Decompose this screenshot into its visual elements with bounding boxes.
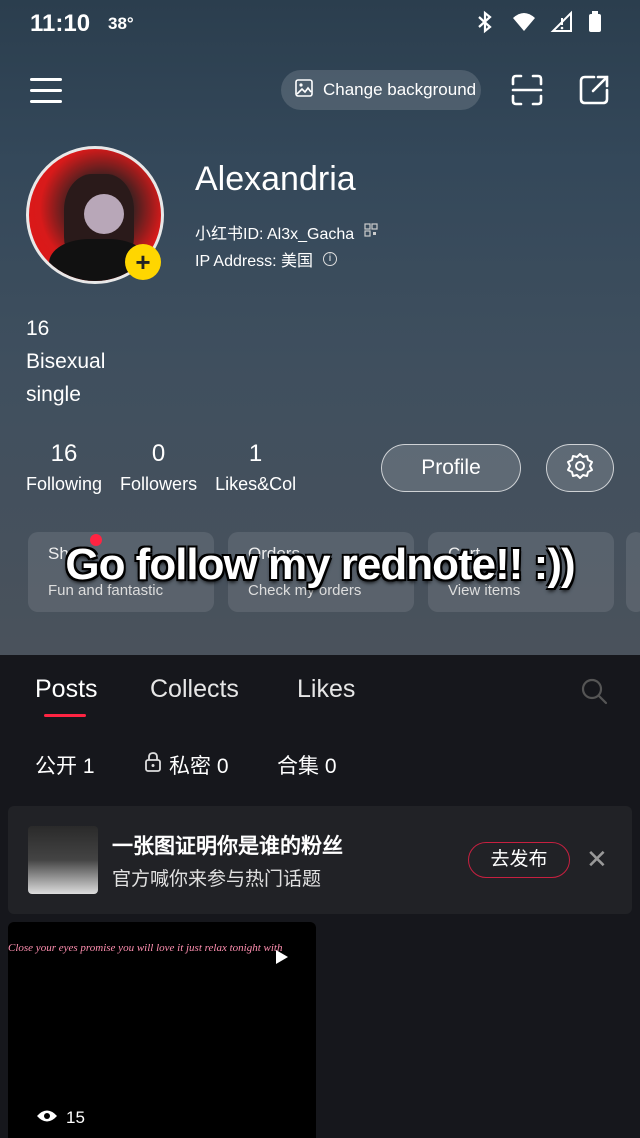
promo-thumbnail bbox=[28, 826, 98, 894]
search-icon[interactable] bbox=[580, 677, 608, 705]
stat-label: Followers bbox=[120, 474, 198, 494]
bio: 16 Bisexual single bbox=[26, 312, 105, 411]
username: Alexandria bbox=[195, 160, 356, 198]
stat-number: 0 bbox=[151, 440, 166, 467]
image-icon bbox=[295, 78, 313, 102]
wifi-icon bbox=[512, 10, 535, 34]
bluetooth-icon bbox=[474, 10, 496, 34]
tab-posts[interactable]: Posts bbox=[35, 675, 98, 704]
eye-icon bbox=[36, 1108, 58, 1128]
share-icon[interactable] bbox=[577, 73, 611, 107]
subtab-public-label: 公开 1 bbox=[35, 755, 95, 778]
promo-subtitle: 官方喊你来参与热门话题 bbox=[112, 869, 322, 890]
stat-followers[interactable]: 0 Followers bbox=[120, 440, 197, 495]
stat-following[interactable]: 16 Following bbox=[26, 440, 102, 495]
user-id: 小红书ID: Al3x_Gacha bbox=[195, 226, 355, 243]
topic-promo-banner: 一张图证明你是谁的粉丝 官方喊你来参与热门话题 去发布 ✕ bbox=[8, 806, 632, 914]
status-temperature: 38° bbox=[108, 14, 134, 33]
tab-likes[interactable]: Likes bbox=[297, 675, 355, 704]
stat-likes-collects[interactable]: 1 Likes&Col bbox=[215, 440, 296, 495]
subtab-public[interactable]: 公开 1 bbox=[35, 750, 95, 780]
status-bar: 11:10 38° bbox=[0, 0, 640, 50]
change-background-label: Change background bbox=[323, 80, 477, 99]
publish-button[interactable]: 去发布 bbox=[468, 842, 570, 878]
info-icon[interactable]: i bbox=[322, 252, 337, 266]
view-count-number: 15 bbox=[66, 1108, 85, 1127]
battery-icon bbox=[588, 10, 610, 34]
post-card[interactable]: Close your eyes promise you will love it… bbox=[8, 922, 316, 1138]
change-background-button[interactable]: Change background bbox=[281, 70, 481, 110]
stat-number: 1 bbox=[248, 440, 263, 467]
subtab-collections-label: 合集 0 bbox=[277, 755, 337, 778]
stat-number: 16 bbox=[50, 440, 78, 467]
bio-line: Bisexual bbox=[26, 350, 106, 373]
signal-icon bbox=[550, 10, 572, 34]
active-tab-indicator bbox=[44, 714, 86, 717]
bio-line: single bbox=[26, 383, 81, 406]
add-avatar-plus-icon[interactable]: + bbox=[125, 244, 161, 280]
qr-code-icon[interactable] bbox=[364, 222, 378, 242]
stats-row: 16 Following 0 Followers 1 Likes&Col bbox=[26, 440, 314, 495]
stat-label: Following bbox=[26, 474, 103, 494]
ip-address-line: IP Address: 美国 i bbox=[195, 247, 337, 271]
settings-button[interactable] bbox=[546, 444, 614, 492]
subtab-private[interactable]: 私密 0 bbox=[143, 750, 229, 780]
subtab-private-label: 私密 0 bbox=[169, 755, 229, 778]
video-overlay-caption: Go follow my rednote!! :)) bbox=[65, 540, 575, 589]
tab-collects[interactable]: Collects bbox=[150, 675, 239, 704]
subtab-collections[interactable]: 合集 0 bbox=[277, 750, 337, 780]
post-visibility-tabs: 公开 1 私密 0 合集 0 bbox=[0, 735, 640, 797]
gear-icon bbox=[566, 452, 594, 485]
ip-address: IP Address: 美国 bbox=[195, 253, 313, 270]
stat-label: Likes&Col bbox=[215, 474, 297, 494]
post-caption: Close your eyes promise you will love it… bbox=[8, 942, 283, 954]
bio-line: 16 bbox=[26, 317, 50, 340]
status-time: 11:10 bbox=[30, 10, 91, 37]
scan-icon[interactable] bbox=[510, 73, 544, 107]
content-tabs: Posts Collects Likes bbox=[0, 655, 640, 735]
promo-title: 一张图证明你是谁的粉丝 bbox=[112, 835, 343, 858]
view-count: 15 bbox=[36, 1108, 85, 1128]
lock-icon bbox=[143, 751, 163, 779]
user-id-line: 小红书ID: Al3x_Gacha bbox=[195, 220, 378, 244]
edit-profile-button[interactable]: Profile bbox=[381, 444, 521, 492]
close-icon[interactable]: ✕ bbox=[586, 844, 608, 875]
menu-icon[interactable] bbox=[30, 78, 62, 104]
play-icon bbox=[276, 950, 288, 964]
